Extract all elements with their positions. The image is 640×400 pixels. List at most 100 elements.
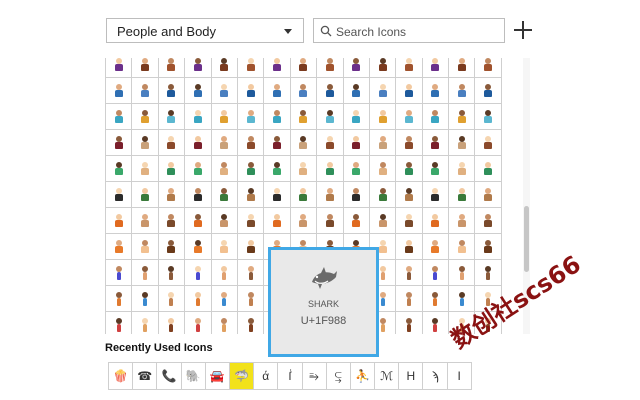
person-icon-cell[interactable] — [106, 78, 133, 104]
person-icon-cell[interactable] — [449, 234, 476, 260]
person-icon-cell[interactable] — [475, 78, 502, 104]
shark-icon[interactable]: 🦈 — [229, 363, 255, 390]
person-icon-cell[interactable] — [317, 182, 344, 208]
person-icon-cell[interactable] — [185, 208, 212, 234]
person-icon-cell[interactable] — [369, 104, 397, 130]
person-icon-cell[interactable] — [369, 78, 397, 104]
person-icon-cell[interactable] — [264, 78, 291, 104]
person-icon-cell[interactable] — [185, 78, 212, 104]
person-icon-cell[interactable] — [369, 58, 397, 78]
scrollbar-thumb[interactable] — [524, 206, 529, 272]
person-icon-cell[interactable] — [343, 78, 370, 104]
person-icon-cell[interactable] — [211, 234, 238, 260]
person-icon-cell[interactable] — [449, 182, 476, 208]
person-icon-cell[interactable] — [290, 130, 318, 156]
person-icon-cell[interactable] — [475, 182, 502, 208]
person-icon-cell[interactable] — [396, 104, 423, 130]
person-icon-cell[interactable] — [396, 208, 423, 234]
symbol-icon[interactable]: ⥱ — [302, 363, 327, 390]
person-icon-cell[interactable] — [396, 234, 423, 260]
person-icon-cell[interactable] — [475, 208, 502, 234]
person-icon-cell[interactable] — [317, 208, 344, 234]
symbol-icon[interactable]: ẛ — [278, 363, 303, 390]
person-icon-cell[interactable] — [396, 130, 423, 156]
person-icon-cell[interactable] — [237, 208, 265, 234]
person-icon-cell[interactable] — [185, 104, 212, 130]
person-icon-cell[interactable] — [449, 130, 476, 156]
person-icon-cell[interactable] — [237, 58, 265, 78]
person-icon-cell[interactable] — [238, 312, 265, 334]
person-icon-cell[interactable] — [396, 182, 423, 208]
letter-h-icon[interactable]: H — [399, 363, 424, 390]
person-icon-cell[interactable] — [475, 234, 502, 260]
person-icon-cell[interactable] — [396, 156, 423, 182]
person-icon-cell[interactable] — [317, 104, 344, 130]
person-icon-cell[interactable] — [211, 182, 238, 208]
person-icon-cell[interactable] — [343, 208, 370, 234]
person-icon-cell[interactable] — [422, 58, 450, 78]
person-icon-cell[interactable] — [290, 156, 318, 182]
person-icon-cell[interactable] — [132, 58, 159, 78]
elephant-icon[interactable]: 🐘 — [181, 363, 206, 390]
person-icon-cell[interactable] — [132, 104, 159, 130]
person-icon-cell[interactable] — [185, 182, 212, 208]
person-icon-cell[interactable] — [264, 156, 291, 182]
person-icon-cell[interactable] — [106, 156, 133, 182]
person-icon-cell[interactable] — [422, 286, 450, 312]
person-icon-cell[interactable] — [158, 130, 186, 156]
person-icon-cell[interactable] — [158, 182, 186, 208]
person-icon-cell[interactable] — [211, 208, 238, 234]
person-icon-cell[interactable] — [290, 58, 318, 78]
person-icon-cell[interactable] — [264, 104, 291, 130]
person-icon-cell[interactable] — [158, 208, 186, 234]
person-icon-cell[interactable] — [422, 78, 450, 104]
person-icon-cell[interactable] — [290, 182, 318, 208]
person-icon-cell[interactable] — [422, 182, 450, 208]
person-icon-cell[interactable] — [185, 156, 212, 182]
person-icon-cell[interactable] — [343, 130, 370, 156]
person-icon-cell[interactable] — [475, 58, 502, 78]
symbol-icon[interactable]: ϡ — [423, 363, 448, 390]
person-icon-cell[interactable] — [237, 182, 265, 208]
category-dropdown[interactable]: People and Body — [106, 18, 304, 43]
plus-icon[interactable] — [512, 19, 534, 41]
person-icon-cell[interactable] — [237, 130, 265, 156]
person-icon-cell[interactable] — [106, 58, 133, 78]
person-icon-cell[interactable] — [106, 286, 133, 312]
person-icon[interactable]: ⛹ — [350, 363, 376, 390]
person-icon-cell[interactable] — [132, 234, 159, 260]
person-icon-cell[interactable] — [475, 260, 502, 286]
person-icon-cell[interactable] — [290, 208, 318, 234]
person-icon-cell[interactable] — [237, 78, 265, 104]
person-icon-cell[interactable] — [237, 104, 265, 130]
person-icon-cell[interactable] — [132, 208, 159, 234]
person-icon-cell[interactable] — [106, 312, 133, 334]
symbol-icon[interactable]: ⥹ — [326, 363, 351, 390]
person-icon-cell[interactable] — [396, 58, 423, 78]
alpha-icon[interactable]: ά — [254, 363, 279, 390]
person-icon-cell[interactable] — [264, 58, 291, 78]
person-icon-cell[interactable] — [422, 234, 450, 260]
person-icon-cell[interactable] — [290, 104, 318, 130]
person-icon-cell[interactable] — [106, 130, 133, 156]
person-icon-cell[interactable] — [343, 182, 370, 208]
person-icon-cell[interactable] — [422, 130, 450, 156]
person-icon-cell[interactable] — [185, 130, 212, 156]
person-icon-cell[interactable] — [237, 234, 265, 260]
telephone-receiver-icon[interactable]: 📞 — [157, 363, 182, 390]
person-icon-cell[interactable] — [237, 260, 265, 286]
person-icon-cell[interactable] — [343, 156, 370, 182]
person-icon-cell[interactable] — [369, 130, 397, 156]
person-icon-cell[interactable] — [158, 104, 186, 130]
person-icon-cell[interactable] — [264, 130, 291, 156]
person-icon-cell[interactable] — [132, 260, 159, 286]
person-icon-cell[interactable] — [422, 208, 450, 234]
person-icon-cell[interactable] — [132, 78, 159, 104]
person-icon-cell[interactable] — [158, 260, 186, 286]
person-icon-cell[interactable] — [106, 208, 133, 234]
person-icon-cell[interactable] — [396, 78, 423, 104]
person-icon-cell[interactable] — [211, 260, 238, 286]
person-icon-cell[interactable] — [132, 156, 159, 182]
person-icon-cell[interactable] — [343, 58, 370, 78]
person-icon-cell[interactable] — [158, 78, 186, 104]
